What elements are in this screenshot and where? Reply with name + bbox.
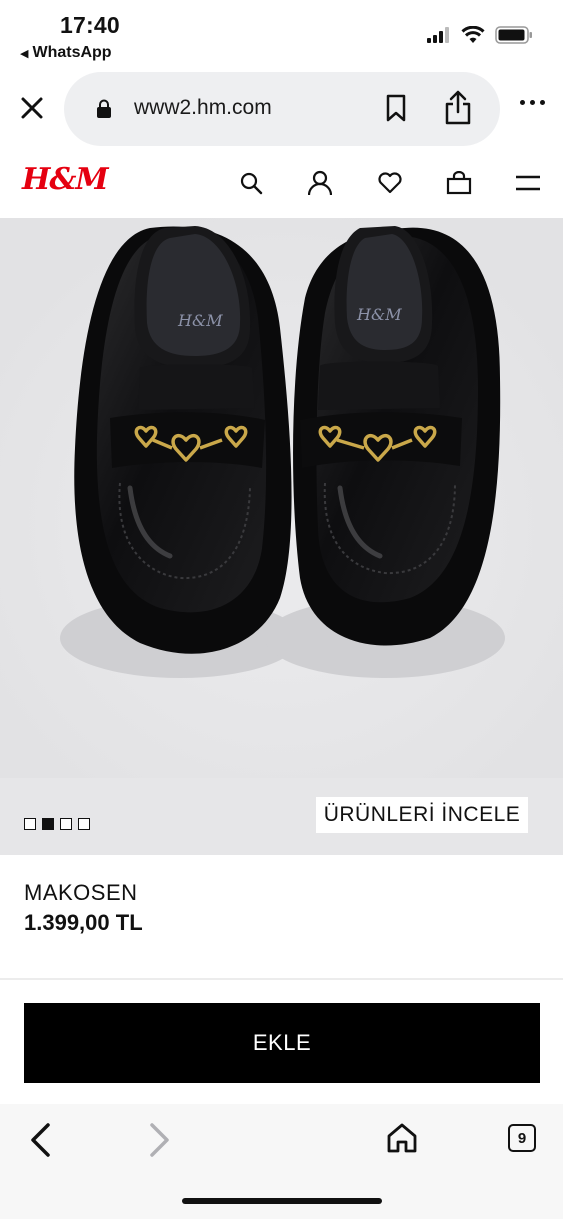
forward-icon[interactable]: [146, 1122, 172, 1158]
lock-icon: [97, 99, 111, 118]
close-button[interactable]: [18, 94, 46, 122]
more-options-icon[interactable]: [520, 100, 545, 105]
favorites-heart-icon[interactable]: [377, 170, 403, 196]
status-time: 17:40: [60, 12, 120, 38]
back-triangle-icon: ◀: [20, 47, 29, 60]
insole-logo: H&M: [177, 311, 223, 330]
divider: [0, 978, 563, 980]
battery-icon: [495, 26, 532, 44]
close-icon: [21, 97, 43, 119]
status-icons: [427, 26, 533, 44]
hm-logo[interactable]: H&M: [22, 162, 109, 197]
back-icon[interactable]: [28, 1122, 54, 1158]
home-icon[interactable]: [386, 1122, 418, 1154]
product-image[interactable]: H&M H&M ÜRÜNLERİ İNCELE: [0, 218, 563, 855]
bookmark-icon[interactable]: [385, 94, 407, 122]
back-app-label: WhatsApp: [32, 44, 112, 61]
left-shoe: H&M: [74, 226, 292, 654]
menu-icon[interactable]: [515, 170, 541, 196]
share-icon[interactable]: [444, 90, 472, 126]
product-price: 1.399,00 TL: [24, 910, 143, 935]
search-icon[interactable]: [238, 170, 264, 196]
review-products-button[interactable]: ÜRÜNLERİ İNCELE: [316, 797, 528, 833]
product-name: MAKOSEN: [24, 880, 138, 905]
loafer-shoes-image: H&M H&M: [0, 218, 563, 778]
pagination-dot-active[interactable]: [42, 818, 54, 830]
back-to-app-link[interactable]: ◀ WhatsApp: [20, 44, 112, 62]
address-bar[interactable]: www2.hm.com: [64, 72, 500, 146]
status-bar: 17:40 ◀ WhatsApp: [0, 0, 563, 68]
signal-icon: [427, 27, 449, 43]
wifi-icon: [461, 26, 485, 43]
account-icon[interactable]: [307, 170, 333, 196]
url-text: www2.hm.com: [134, 96, 272, 119]
image-pagination: [24, 818, 90, 830]
tabs-icon[interactable]: 9: [508, 1124, 536, 1152]
home-indicator: [182, 1198, 382, 1204]
shopping-bag-icon[interactable]: [446, 170, 472, 196]
site-header: H&M: [0, 150, 563, 218]
browser-address-row: www2.hm.com: [0, 68, 563, 150]
pagination-dot[interactable]: [60, 818, 72, 830]
right-shoe: H&M: [293, 226, 501, 646]
pagination-dot[interactable]: [24, 818, 36, 830]
add-to-bag-button[interactable]: EKLE: [24, 1003, 540, 1083]
insole-logo: H&M: [356, 305, 402, 324]
pagination-dot[interactable]: [78, 818, 90, 830]
